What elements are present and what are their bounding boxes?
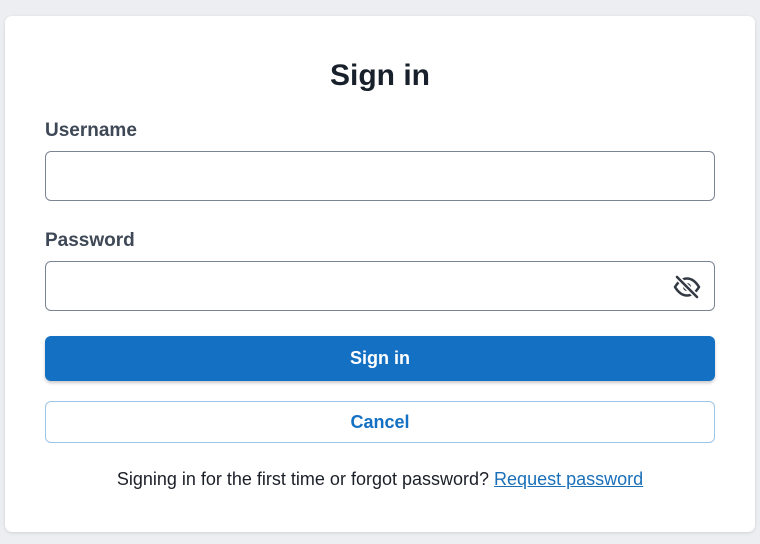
sign-in-card: Sign in Username Password Sign in Cancel… — [5, 16, 755, 532]
request-password-link[interactable]: Request password — [494, 469, 643, 489]
password-field-box[interactable] — [45, 261, 715, 311]
footer-help: Signing in for the first time or forgot … — [5, 467, 755, 491]
username-field-box[interactable] — [45, 151, 715, 201]
username-label: Username — [45, 120, 137, 141]
password-field[interactable] — [46, 262, 714, 310]
username-field[interactable] — [46, 152, 714, 200]
password-label: Password — [45, 230, 135, 251]
page-title: Sign in — [330, 59, 430, 92]
sign-in-button[interactable]: Sign in — [45, 336, 715, 381]
footer-help-text: Signing in for the first time or forgot … — [116, 469, 490, 489]
cancel-button[interactable]: Cancel — [45, 401, 715, 443]
eye-slash-icon[interactable] — [673, 274, 701, 300]
